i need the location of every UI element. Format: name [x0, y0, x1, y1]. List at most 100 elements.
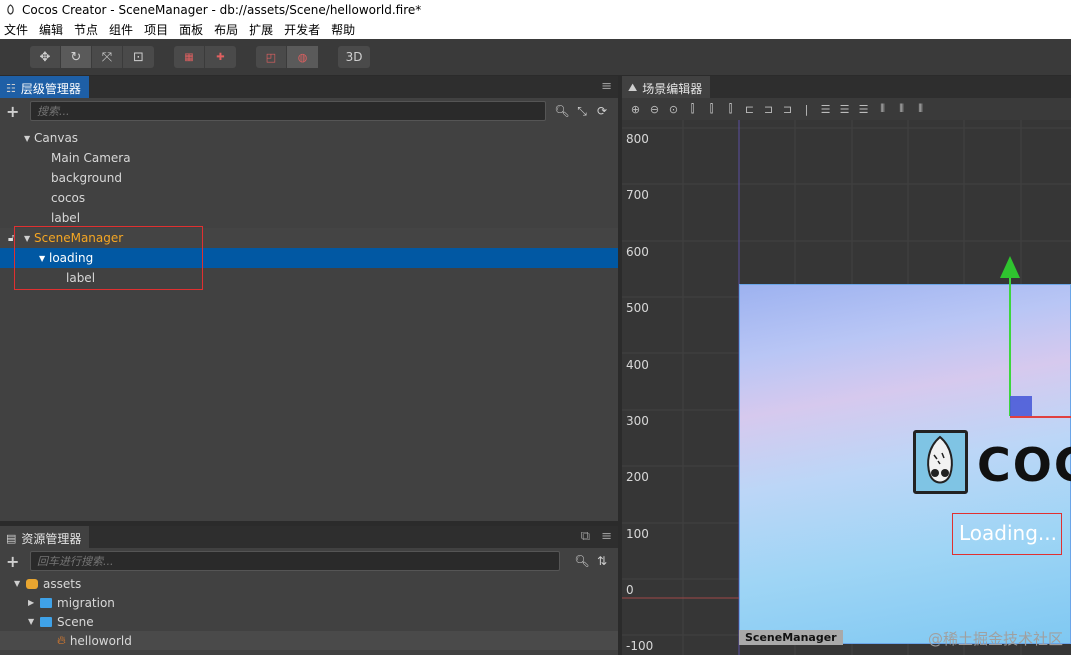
move-tool-icon[interactable]: ✥ [30, 46, 61, 68]
menu-file[interactable]: 文件 [4, 21, 28, 38]
distribute-bottom-icon[interactable]: ☰ [854, 103, 873, 116]
align-vcenter-icon[interactable]: ⫿ [702, 102, 721, 116]
menu-node[interactable]: 节点 [74, 21, 98, 38]
expand-arrow-icon[interactable]: ▼ [28, 617, 40, 626]
distribute-top-icon[interactable]: ☰ [816, 103, 835, 116]
expand-arrow-icon[interactable]: ▼ [24, 134, 34, 143]
hierarchy-panel: ☷ 层级管理器 ≡ + 🔍︎ ⤡ ⟳ ▼ Canvas Main Camera … [0, 76, 618, 521]
tab-scene[interactable]: ⛰ 场景编辑器 [622, 76, 711, 98]
separator-icon: | [804, 102, 809, 116]
collapse-icon[interactable]: ⤡ [572, 104, 592, 119]
add-node-button[interactable]: + [6, 102, 22, 121]
zoom-out-icon[interactable]: ⊖ [645, 103, 664, 116]
tree-node-background[interactable]: background [0, 168, 618, 188]
preview-tools: ◰ ◍ [256, 46, 318, 68]
collapse-arrow-icon[interactable]: ▶ [28, 598, 40, 607]
asset-assets[interactable]: ▼ assets [0, 574, 618, 593]
asset-label: helloworld [69, 633, 132, 648]
scene-viewport[interactable]: 800 700 600 500 400 300 200 100 0 -100 C… [622, 120, 1071, 655]
expand-arrow-icon[interactable]: ▼ [14, 579, 26, 588]
y-axis-tick: 100 [626, 527, 649, 541]
assets-search-row: + 🔍︎ ⇅ [0, 548, 618, 574]
tab-hierarchy-label: 层级管理器 [20, 81, 81, 96]
tree-node-canvas[interactable]: ▼ Canvas [0, 128, 618, 148]
hierarchy-search-input[interactable] [37, 104, 545, 118]
menu-edit[interactable]: 编辑 [39, 21, 63, 38]
scene-tabbar: ⛰ 场景编辑器 [622, 76, 1071, 98]
asset-helloworld[interactable]: 🔥︎ helloworld [0, 631, 618, 650]
panel-menu-icon[interactable]: ≡ [601, 529, 612, 544]
sort-icon[interactable]: ⇅ [592, 554, 612, 568]
tree-node-label: cocos [51, 191, 86, 205]
window-titlebar: Cocos Creator - SceneManager - db://asse… [0, 0, 1071, 19]
scene-align-toolbar: ⊕ ⊖ ⊙ ⫿ ⫿ ⫿ ⊏ ⊐ ⊐ | ☰ ☰ ☰ ⫴ ⫴ ⫴ [622, 98, 1071, 120]
zoom-in-icon[interactable]: ⊕ [626, 103, 645, 116]
loading-label-text[interactable]: Loading... [959, 521, 1057, 545]
hierarchy-tree-icon: ☷ [6, 81, 16, 95]
gizmo-tools: ▦ ✚ [174, 46, 236, 68]
move-gizmo[interactable] [994, 254, 1071, 454]
assets-search-tools: 🔍︎ ⇅ [572, 554, 612, 568]
assets-search-box [30, 551, 560, 571]
preview-globe-icon[interactable]: ◍ [287, 46, 318, 68]
search-icon[interactable]: 🔍︎ [572, 554, 592, 568]
search-icon[interactable]: 🔍︎ [552, 104, 572, 119]
menu-panel[interactable]: 面板 [179, 21, 203, 38]
menu-extension[interactable]: 扩展 [249, 21, 273, 38]
panel-menu-icon[interactable]: ≡ [601, 79, 612, 94]
tree-node-label: background [51, 171, 122, 185]
scale-tool-icon[interactable]: ⤧ [92, 46, 123, 68]
menu-component[interactable]: 组件 [109, 21, 133, 38]
hierarchy-search-tools: 🔍︎ ⤡ ⟳ [552, 104, 612, 119]
rect-tool-icon[interactable]: ⊡ [123, 46, 154, 68]
asset-migration[interactable]: ▶ migration [0, 593, 618, 612]
y-axis-tick: -100 [626, 639, 654, 653]
local-icon[interactable]: ✚ [205, 46, 236, 68]
menu-help[interactable]: 帮助 [331, 21, 355, 38]
folder-icon [40, 597, 52, 608]
canvas-name-label: SceneManager [739, 630, 843, 645]
tree-node-label: Main Camera [51, 151, 131, 165]
cocos-logo[interactable] [913, 430, 968, 494]
toggle-3d-button[interactable]: 3D [338, 46, 370, 68]
rotate-tool-icon[interactable]: ↻ [61, 46, 92, 68]
refresh-icon[interactable]: ⟳ [592, 104, 612, 119]
menu-developer[interactable]: 开发者 [284, 21, 320, 38]
menu-layout[interactable]: 布局 [214, 21, 238, 38]
tab-hierarchy[interactable]: ☷ 层级管理器 [0, 76, 89, 98]
menu-project[interactable]: 项目 [144, 21, 168, 38]
tree-node-label[interactable]: label [0, 208, 618, 228]
hierarchy-search-row: + 🔍︎ ⤡ ⟳ [0, 98, 618, 124]
distribute-right-icon[interactable]: ⫴ [911, 102, 930, 116]
y-axis-tick: 400 [626, 358, 649, 372]
panel-popout-icon[interactable]: ⧉ [581, 529, 590, 544]
main-toolbar: ✥ ↻ ⤧ ⊡ ▦ ✚ ◰ ◍ 3D [0, 39, 1071, 75]
zoom-reset-icon[interactable]: ⊙ [664, 103, 683, 116]
watermark-text: @稀土掘金技术社区 [927, 630, 1063, 648]
tree-node-main-camera[interactable]: Main Camera [0, 148, 618, 168]
align-left-icon[interactable]: ⊏ [740, 103, 759, 116]
align-hcenter-icon[interactable]: ⊐ [759, 103, 778, 116]
tree-node-label: label [51, 211, 81, 225]
distribute-left-icon[interactable]: ⫴ [873, 102, 892, 116]
asset-scene-folder[interactable]: ▼ Scene [0, 612, 618, 631]
tree-node-cocos[interactable]: cocos [0, 188, 618, 208]
asset-label: Scene [57, 614, 94, 629]
highlight-box [14, 226, 203, 290]
distribute-hcenter-icon[interactable]: ⫴ [892, 102, 911, 116]
tab-assets[interactable]: ▤ 资源管理器 [0, 526, 90, 548]
pivot-icon[interactable]: ▦ [174, 46, 205, 68]
cocos-app-icon [4, 4, 16, 16]
hierarchy-tree: ▼ Canvas Main Camera background cocos la… [0, 128, 618, 290]
align-top-icon[interactable]: ⫿ [683, 102, 702, 116]
add-asset-button[interactable]: + [6, 552, 22, 571]
tab-scene-label: 场景编辑器 [642, 81, 703, 96]
y-axis-tick: 0 [626, 583, 634, 597]
align-bottom-icon[interactable]: ⫿ [721, 102, 740, 116]
assets-search-input[interactable] [37, 554, 559, 568]
window-title: Cocos Creator - SceneManager - db://asse… [22, 2, 422, 17]
folder-tab-icon: ▤ [6, 531, 17, 545]
preview-rect-icon[interactable]: ◰ [256, 46, 287, 68]
align-right-icon[interactable]: ⊐ [778, 103, 797, 116]
distribute-vcenter-icon[interactable]: ☰ [835, 103, 854, 116]
